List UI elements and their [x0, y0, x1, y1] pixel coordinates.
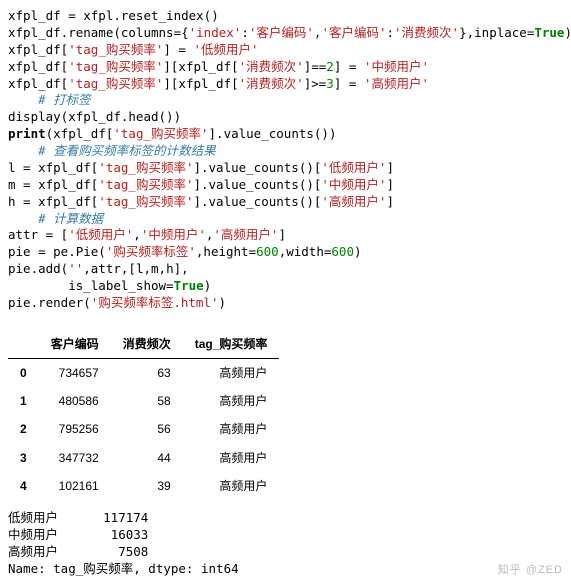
table-row: 0 734657 63 高频用户	[8, 358, 279, 387]
output-line: Name: tag_购买频率, dtype: int64	[8, 561, 239, 576]
row-index: 4	[8, 472, 39, 500]
code-line: l = xfpl_df['tag_购买频率'].value_counts()['…	[8, 160, 394, 175]
row-index: 3	[8, 444, 39, 472]
row-index: 1	[8, 387, 39, 415]
dataframe-table: 客户编码 消费频次 tag_购买频率 0 734657 63 高频用户 1 48…	[8, 330, 279, 500]
watermark: 知乎 @ZED	[498, 563, 563, 578]
col-header: tag_购买频率	[183, 330, 280, 359]
cell: 347732	[39, 444, 111, 472]
cell: 63	[111, 358, 183, 387]
code-line: xfpl_df['tag_购买频率'] = '低频用户'	[8, 42, 259, 57]
cell: 795256	[39, 415, 111, 443]
cell: 高频用户	[183, 415, 280, 443]
cell: 734657	[39, 358, 111, 387]
code-line: pie.add('',attr,[l,m,h],	[8, 261, 189, 276]
code-line: xfpl_df.rename(columns={'index':'客户编码','…	[8, 25, 571, 40]
code-line: h = xfpl_df['tag_购买频率'].value_counts()['…	[8, 194, 394, 209]
cell: 高频用户	[183, 387, 280, 415]
code-line: pie.render('购买频率标签.html')	[8, 295, 226, 310]
row-index: 0	[8, 358, 39, 387]
code-line: print(xfpl_df['tag_购买频率'].value_counts()…	[8, 126, 336, 141]
cell: 44	[111, 444, 183, 472]
table-row: 4 102161 39 高频用户	[8, 472, 279, 500]
code-comment: # 计算数据	[8, 211, 103, 226]
code-line: is_label_show=True)	[8, 278, 211, 293]
code-line: attr = ['低频用户','中频用户','高频用户']	[8, 227, 286, 242]
table-row: 3 347732 44 高频用户	[8, 444, 279, 472]
table-header-row: 客户编码 消费频次 tag_购买频率	[8, 330, 279, 359]
col-header: 消费频次	[111, 330, 183, 359]
code-line: xfpl_df['tag_购买频率'][xfpl_df['消费频次']==2] …	[8, 59, 429, 74]
cell: 480586	[39, 387, 111, 415]
table-row: 1 480586 58 高频用户	[8, 387, 279, 415]
cell: 高频用户	[183, 472, 280, 500]
text-output: 低频用户 117174 中频用户 16033 高频用户 7508 Name: t…	[8, 510, 563, 578]
code-block: xfpl_df = xfpl.reset_index() xfpl_df.ren…	[8, 8, 563, 312]
output-line: 高频用户 7508	[8, 544, 148, 559]
cell: 高频用户	[183, 444, 280, 472]
row-index: 2	[8, 415, 39, 443]
output-line: 中频用户 16033	[8, 527, 148, 542]
output-line: 低频用户 117174	[8, 510, 148, 525]
cell: 58	[111, 387, 183, 415]
code-line: pie = pe.Pie('购买频率标签',height=600,width=6…	[8, 244, 362, 259]
cell: 高频用户	[183, 358, 280, 387]
col-header: 客户编码	[39, 330, 111, 359]
code-comment: # 打标签	[8, 92, 91, 107]
cell: 39	[111, 472, 183, 500]
code-line: display(xfpl_df.head())	[8, 109, 181, 124]
cell: 56	[111, 415, 183, 443]
table-row: 2 795256 56 高频用户	[8, 415, 279, 443]
code-line: xfpl_df = xfpl.reset_index()	[8, 8, 219, 23]
code-line: xfpl_df['tag_购买频率'][xfpl_df['消费频次']>=3] …	[8, 76, 429, 91]
code-comment: # 查看购买频率标签的计数结果	[8, 143, 216, 158]
code-line: m = xfpl_df['tag_购买频率'].value_counts()['…	[8, 177, 394, 192]
cell: 102161	[39, 472, 111, 500]
